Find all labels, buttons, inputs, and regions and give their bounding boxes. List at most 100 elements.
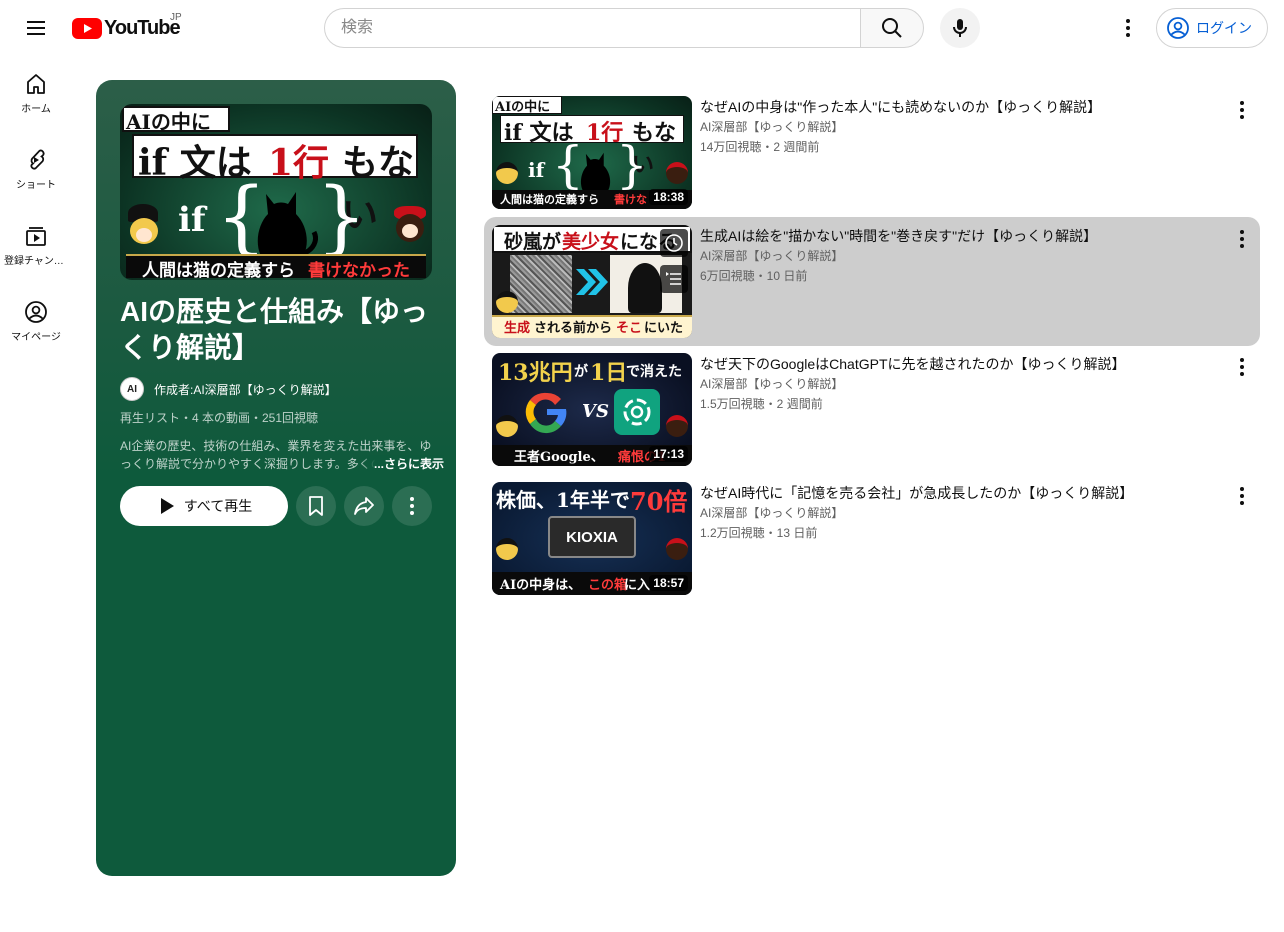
settings-menu-button[interactable] [1108, 8, 1148, 48]
sidebar-item-home[interactable]: ホーム [4, 56, 68, 130]
sidebar-item-shorts[interactable]: ショート [4, 132, 68, 206]
author-link[interactable]: AI深層部【ゆっくり解説】 [193, 381, 336, 398]
more-vertical-icon [1240, 487, 1244, 505]
character-left [496, 538, 518, 560]
add-to-queue-button[interactable] [660, 265, 688, 293]
more-vertical-icon [410, 497, 414, 515]
thumb-code-if: if [178, 200, 206, 240]
video-menu-button[interactable] [1226, 480, 1258, 512]
playlist-video-item[interactable]: AIの中に if 文は 1行 もない if { } 人間は猫の定義すら 書けな … [484, 88, 1260, 217]
playlist-author-row: AI 作成者: AI深層部【ゆっくり解説】 [120, 377, 337, 401]
video-channel[interactable]: AI深層部【ゆっくり解説】 [700, 376, 843, 392]
thumb-top-c: 1日 [590, 360, 628, 386]
save-playlist-button[interactable] [296, 486, 336, 526]
thumb-bottom-a: AIの中身は、 [500, 578, 582, 593]
thumb-top-a: 株価、1年半で [496, 488, 630, 512]
playlist-thumbnail[interactable]: AIの中に if 文は 1行 もない if { } 人間は猫の定義すら 書けなか… [120, 104, 432, 280]
search-input[interactable] [324, 8, 861, 48]
queue-icon [666, 272, 681, 285]
clock-icon [665, 234, 683, 252]
share-icon [354, 497, 374, 515]
youtube-play-logo-icon [72, 17, 102, 39]
cat-silhouette-icon [257, 192, 318, 258]
video-title[interactable]: 生成AIは絵を"描かない"時間を"巻き戻す"だけ【ゆっくり解説】 [700, 226, 1220, 246]
playlist-title: AIの歴史と仕組み【ゆっくり解説】 [120, 296, 429, 363]
character-left [496, 291, 518, 313]
play-icon [160, 498, 174, 514]
video-channel[interactable]: AI深層部【ゆっくり解説】 [700, 119, 843, 135]
thumb-bottom-a: 王者Google、 [514, 450, 604, 465]
play-all-label: すべて再生 [183, 498, 253, 514]
play-all-button[interactable]: すべて再生 [120, 486, 288, 526]
character-right [666, 415, 688, 437]
region-code: JP [170, 12, 182, 23]
double-chevron-icon [576, 269, 608, 295]
sidebar-item-subscriptions[interactable]: 登録チャンネル [4, 208, 68, 282]
youtube-logo[interactable]: YouTube [72, 16, 181, 40]
masthead: YouTube JP ログイン [0, 0, 1284, 56]
thumb-top-d: で消えた [626, 364, 682, 380]
video-thumbnail[interactable]: 13兆円 が 1日 で消えた VS 王者Google、 痛恨の1 17:13 [492, 353, 692, 466]
voice-search-button[interactable] [940, 8, 980, 48]
account-icon [25, 301, 47, 323]
playlist-video-item[interactable]: 株価、1年半で 70倍 KIOXIA AIの中身は、 この箱 に入 18:57 … [484, 474, 1260, 603]
sidebar-item-label: ショート [16, 180, 56, 191]
video-menu-button[interactable] [1226, 94, 1258, 126]
thumb-bottom-d: にいた [644, 321, 684, 336]
thumb-bottom-b: 書けな [614, 193, 647, 206]
playlist-video-item[interactable]: 砂嵐が 美少女 になる 生成 される前から そこ にいた 生成AIは絵を"描かな… [484, 217, 1260, 346]
video-thumbnail[interactable]: AIの中に if 文は 1行 もない if { } 人間は猫の定義すら 書けな … [492, 96, 692, 209]
thumb-brace-right: } [616, 136, 648, 194]
thumb-top: AIの中に [495, 100, 551, 115]
guide-menu-button[interactable] [16, 8, 56, 48]
author-avatar[interactable]: AI [120, 377, 144, 401]
video-meta: 1.2万回視聴・13 日前 [700, 526, 818, 540]
microphone-icon [953, 19, 967, 37]
google-logo-icon [525, 392, 567, 434]
playlist-video-item[interactable]: 13兆円 が 1日 で消えた VS 王者Google、 痛恨の1 17:13 な… [484, 345, 1260, 474]
sidebar-item-label: 登録チャンネル [4, 256, 68, 267]
thumb-bottom-b: される前から [534, 321, 613, 336]
video-duration: 18:57 [649, 575, 688, 591]
thumb-vs: VS [582, 401, 609, 422]
logo-text: YouTube [104, 16, 181, 39]
hamburger-icon [27, 21, 45, 35]
thumb-top-b: 美少女 [562, 231, 620, 253]
sidebar-item-you[interactable]: マイページ [4, 284, 68, 358]
share-button[interactable] [344, 486, 384, 526]
thumb-top-b: が [574, 364, 588, 380]
more-vertical-icon [1240, 358, 1244, 376]
thumb-top-a: 砂嵐が [504, 231, 562, 253]
video-title[interactable]: なぜAIの中身は"作った本人"にも読めないのか【ゆっくり解説】 [700, 97, 1220, 117]
thumb-top-a: 13兆円 [498, 360, 573, 386]
login-button[interactable]: ログイン [1156, 8, 1268, 48]
video-menu-button[interactable] [1226, 351, 1258, 383]
playlist-header-panel: AIの中に if 文は 1行 もない if { } 人間は猫の定義すら 書けなか… [96, 80, 456, 876]
video-channel[interactable]: AI深層部【ゆっくり解説】 [700, 505, 843, 521]
video-thumbnail[interactable]: 砂嵐が 美少女 になる 生成 される前から そこ にいた [492, 225, 692, 338]
character-left [496, 415, 518, 437]
search-button[interactable] [860, 8, 924, 48]
more-vertical-icon [1240, 230, 1244, 248]
thumb-line1: AIの中に [126, 110, 211, 134]
mini-guide: ホーム ショート 登録チャンネル マイページ [0, 56, 72, 932]
video-title[interactable]: なぜ天下のGoogleはChatGPTに先を越されたのか【ゆっくり解説】 [700, 354, 1220, 374]
subscriptions-icon [26, 227, 46, 246]
video-thumbnail[interactable]: 株価、1年半で 70倍 KIOXIA AIの中身は、 この箱 に入 18:57 [492, 482, 692, 595]
character-left [124, 204, 162, 252]
account-circle-icon [1167, 17, 1189, 39]
video-channel[interactable]: AI深層部【ゆっくり解説】 [700, 248, 843, 264]
video-menu-button[interactable] [1226, 223, 1258, 255]
sidebar-item-label: マイページ [11, 332, 61, 343]
more-vertical-icon [1126, 19, 1130, 37]
show-more-link[interactable]: ...さらに表示 [360, 455, 445, 472]
character-right [392, 206, 428, 252]
video-meta: 14万回視聴・2 週間前 [700, 140, 820, 154]
character-left [496, 162, 518, 184]
playlist-stats: 再生リスト・4 本の動画・251回視聴 [120, 411, 319, 425]
cat-silhouette-icon [580, 152, 611, 192]
watch-later-button[interactable] [660, 229, 688, 257]
thumb-top-b: 70倍 [630, 487, 688, 516]
playlist-more-button[interactable] [392, 486, 432, 526]
video-title[interactable]: なぜAI時代に「記憶を売る会社」が急成長したのか【ゆっくり解説】 [700, 483, 1220, 503]
